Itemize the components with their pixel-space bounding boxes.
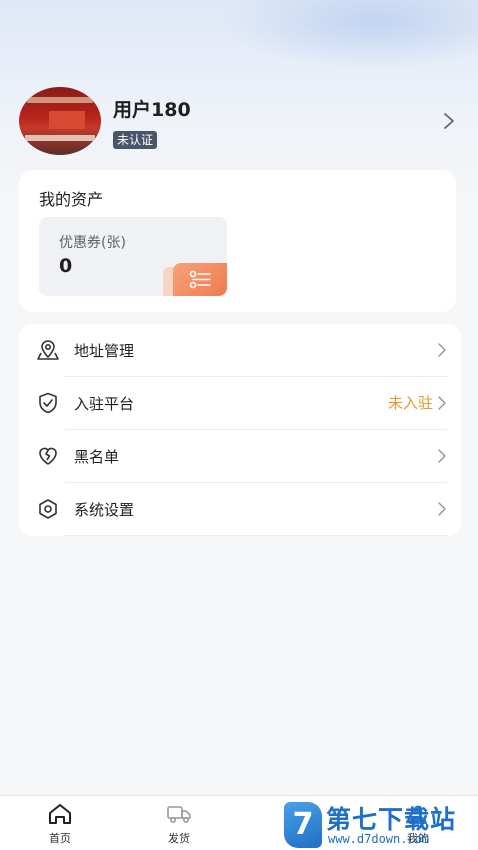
- assets-card: 我的资产 优惠券(张) 0: [19, 170, 456, 312]
- watermark: 7 第七下载站 www.d7down.com: [284, 800, 478, 850]
- watermark-url: www.d7down.com: [328, 832, 430, 846]
- menu-item-settings[interactable]: 系统设置: [19, 483, 461, 536]
- avatar[interactable]: [19, 87, 101, 155]
- broken-heart-icon: [39, 447, 57, 465]
- watermark-title: 第七下载站: [326, 805, 457, 834]
- list-icon: [173, 263, 227, 296]
- chevron-right-icon: [438, 449, 446, 463]
- chevron-right-icon: [438, 396, 446, 410]
- join-status: 未入驻: [387, 394, 433, 412]
- username: 用户180: [113, 99, 191, 121]
- settings-hex-icon: [39, 499, 57, 519]
- chevron-right-icon: [438, 502, 446, 516]
- menu-item-blacklist[interactable]: 黑名单: [19, 430, 461, 483]
- home-icon: [49, 804, 71, 824]
- tab-ship[interactable]: 发货: [139, 796, 219, 850]
- map-pin-icon: [37, 340, 59, 360]
- tab-label: 首页: [49, 832, 71, 845]
- coupon-label: 优惠券(张): [59, 235, 126, 251]
- coupon-tile[interactable]: 优惠券(张) 0: [39, 217, 227, 296]
- tab-label: 发货: [168, 832, 190, 845]
- menu-item-address[interactable]: 地址管理: [19, 324, 461, 377]
- menu-item-label: 黑名单: [74, 448, 120, 466]
- truck-icon: [167, 806, 191, 824]
- menu-card: 地址管理 入驻平台 未入驻 黑名单 系统设置: [19, 324, 461, 536]
- coupon-count: 0: [59, 255, 73, 277]
- menu-item-join-platform[interactable]: 入驻平台 未入驻: [19, 377, 461, 430]
- profile-header[interactable]: 用户180 未认证: [19, 87, 459, 157]
- divider: [65, 535, 447, 536]
- verification-badge: 未认证: [113, 131, 158, 149]
- shield-check-icon: [39, 392, 57, 414]
- menu-item-label: 地址管理: [74, 342, 135, 360]
- assets-title: 我的资产: [39, 190, 104, 209]
- chevron-right-icon[interactable]: [441, 111, 457, 131]
- chevron-right-icon: [438, 343, 446, 357]
- menu-item-label: 系统设置: [74, 501, 135, 519]
- menu-item-label: 入驻平台: [74, 395, 135, 413]
- watermark-logo: 7: [284, 802, 322, 848]
- tab-home[interactable]: 首页: [20, 796, 100, 850]
